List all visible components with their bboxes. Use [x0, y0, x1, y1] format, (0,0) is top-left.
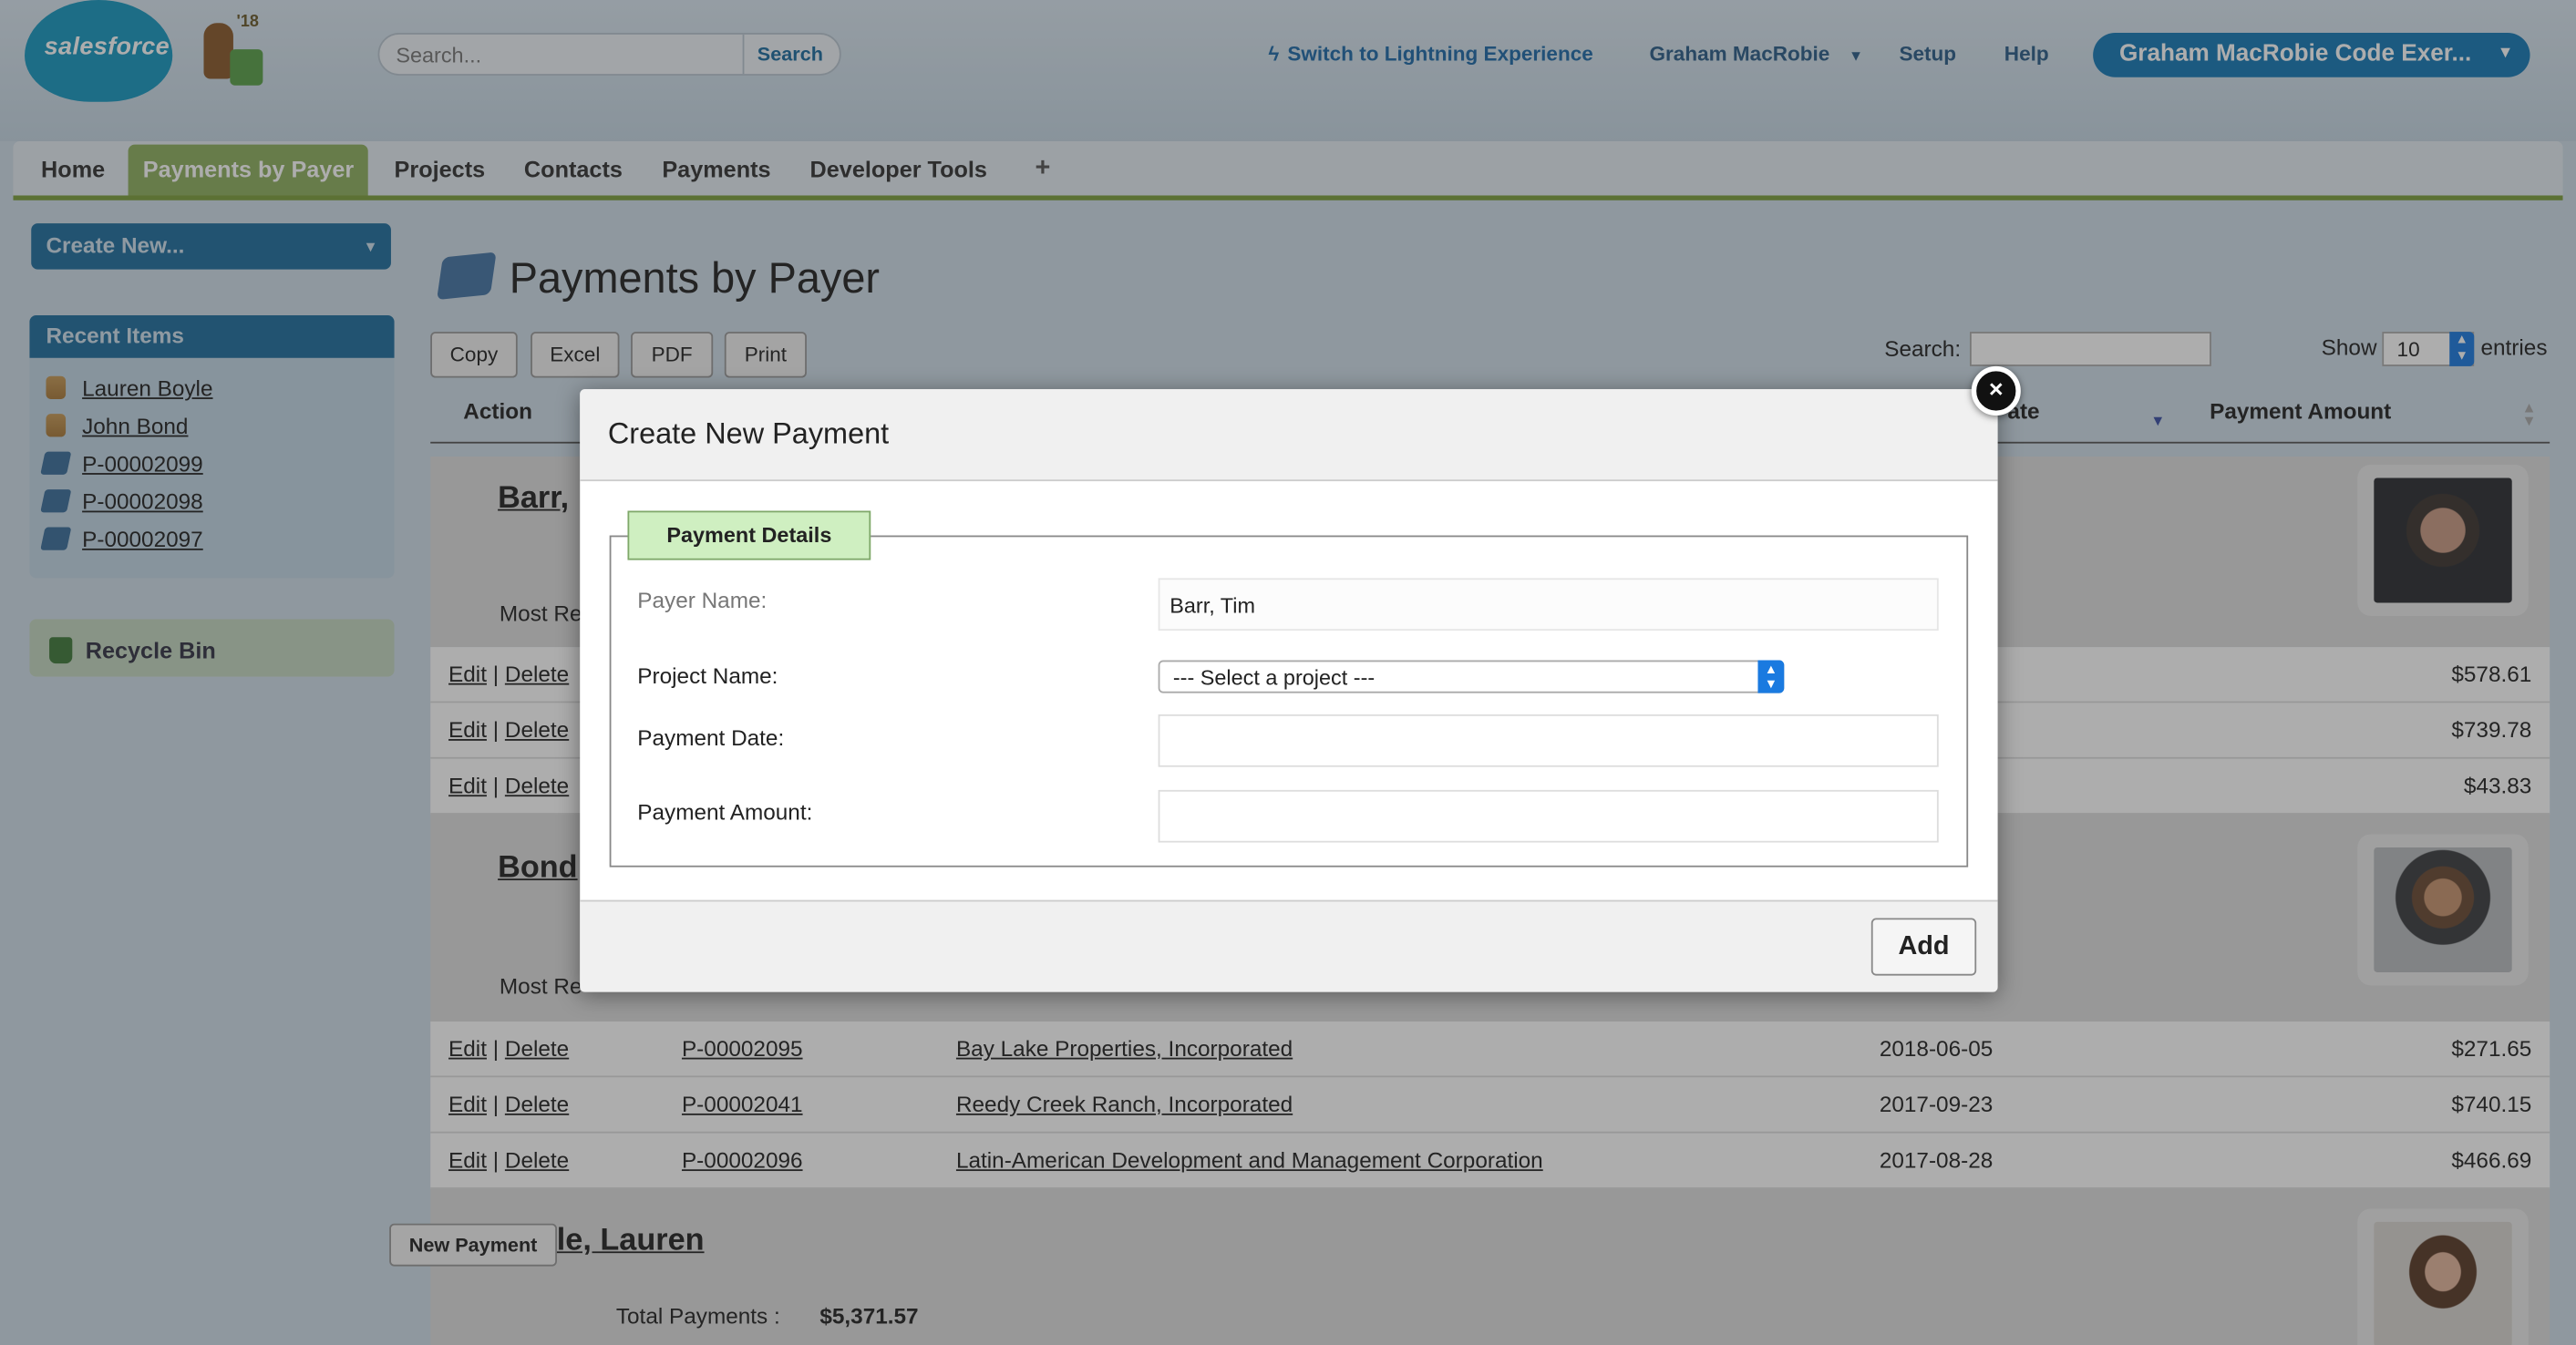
payment-amount-label: Payment Amount: — [637, 799, 813, 825]
dialog-footer — [580, 899, 1998, 992]
add-button[interactable]: Add — [1870, 918, 1977, 976]
payment-amount-field[interactable] — [1158, 789, 1939, 843]
payment-date-label: Payment Date: — [637, 725, 785, 751]
dialog-title: Create New Payment — [607, 416, 890, 450]
project-name-select[interactable]: --- Select a project --- ▲ ▼ — [1158, 660, 1785, 693]
select-arrows-icon: ▲ ▼ — [1757, 660, 1785, 693]
salesforce-app: salesforce '18 Search ϟSwitch to Lightni… — [0, 0, 2576, 1345]
payer-name-label: Payer Name: — [637, 588, 768, 613]
dialog-header: Create New Payment — [580, 389, 1998, 482]
payment-date-field[interactable] — [1158, 714, 1939, 767]
payment-details-legend: Payment Details — [627, 510, 871, 560]
project-select-value: --- Select a project --- — [1172, 664, 1376, 690]
project-name-label: Project Name: — [637, 663, 778, 689]
create-payment-dialog: Create New Payment Payment Details Payer… — [580, 389, 1998, 992]
payer-name-field: Barr, Tim — [1158, 578, 1939, 631]
close-icon[interactable]: × — [1971, 365, 2021, 416]
